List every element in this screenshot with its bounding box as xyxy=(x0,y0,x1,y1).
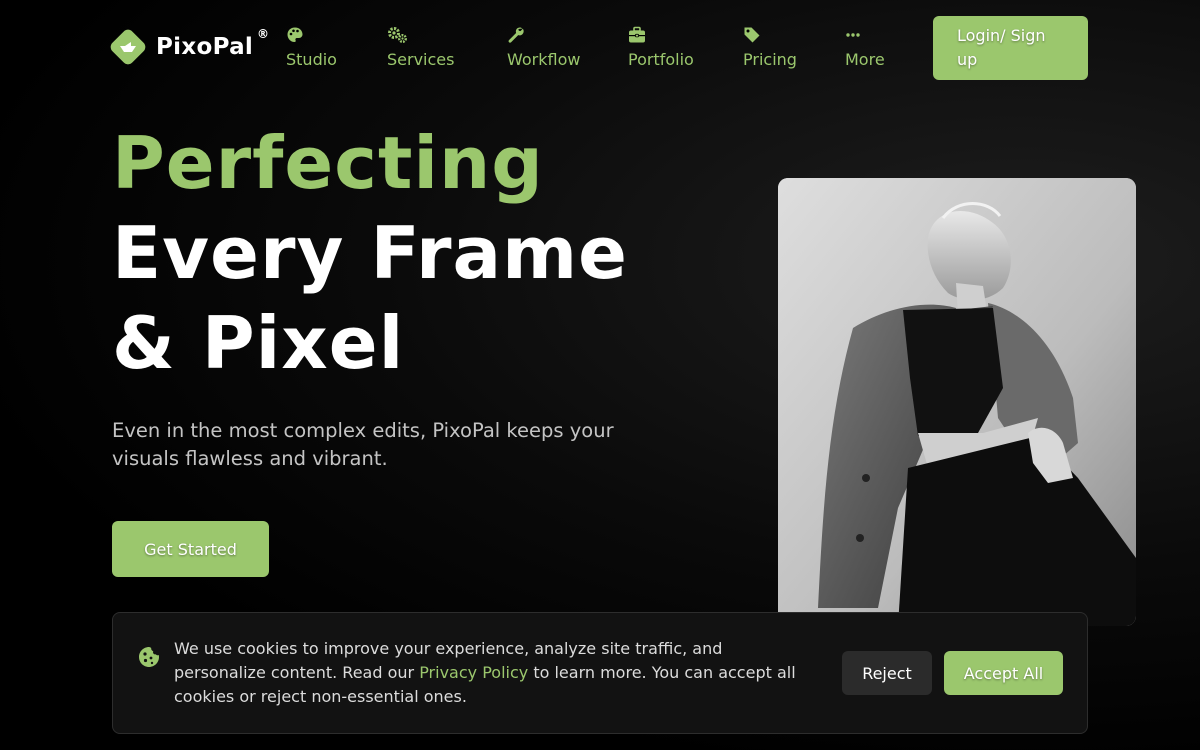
hero-subtitle: Even in the most complex edits, PixoPal … xyxy=(112,419,614,470)
nav-label: More xyxy=(845,50,885,69)
palette-icon xyxy=(287,27,303,42)
nav-item-studio[interactable]: Studio xyxy=(286,26,337,70)
login-signup-button[interactable]: Login/ Sign up xyxy=(933,16,1088,80)
gears-icon xyxy=(388,27,407,43)
boat-logo-icon xyxy=(108,27,148,67)
nav-item-services[interactable]: Services xyxy=(387,26,454,70)
hero-photo xyxy=(778,178,1136,626)
nav-item-more[interactable]: More xyxy=(845,26,885,70)
accept-all-cookies-button[interactable]: Accept All xyxy=(944,651,1063,695)
get-started-button[interactable]: Get Started xyxy=(112,521,269,577)
reject-cookies-button[interactable]: Reject xyxy=(842,651,932,695)
wrench-icon xyxy=(508,27,524,43)
nav-item-portfolio[interactable]: Portfolio xyxy=(628,26,694,70)
hero-title-line-2: Every Frame xyxy=(112,211,628,295)
nav-item-workflow[interactable]: Workflow xyxy=(507,26,580,70)
brand-name: PixoPal xyxy=(156,34,254,60)
cookie-icon xyxy=(139,647,159,667)
ellipsis-icon xyxy=(846,33,860,37)
nav-label: Services xyxy=(387,50,455,69)
tag-icon xyxy=(744,27,760,43)
briefcase-icon xyxy=(629,26,645,43)
nav-label: Portfolio xyxy=(628,50,694,69)
hero-title-line-1: Perfecting xyxy=(112,121,544,205)
nav-label: Studio xyxy=(286,50,337,69)
nav-label: Pricing xyxy=(743,50,797,69)
registered-mark: ® xyxy=(257,27,269,41)
cookie-banner: We use cookies to improve your experienc… xyxy=(112,612,1088,734)
nav-item-pricing[interactable]: Pricing xyxy=(743,26,797,70)
hero-title: Perfecting Every Frame & Pixel xyxy=(112,118,628,388)
cookie-message: We use cookies to improve your experienc… xyxy=(174,637,814,709)
privacy-policy-link[interactable]: Privacy Policy xyxy=(419,663,528,682)
nav-label: Workflow xyxy=(507,50,581,69)
brand-logo[interactable]: PixoPal xyxy=(108,27,253,67)
hero-title-line-3: & Pixel xyxy=(112,301,405,385)
